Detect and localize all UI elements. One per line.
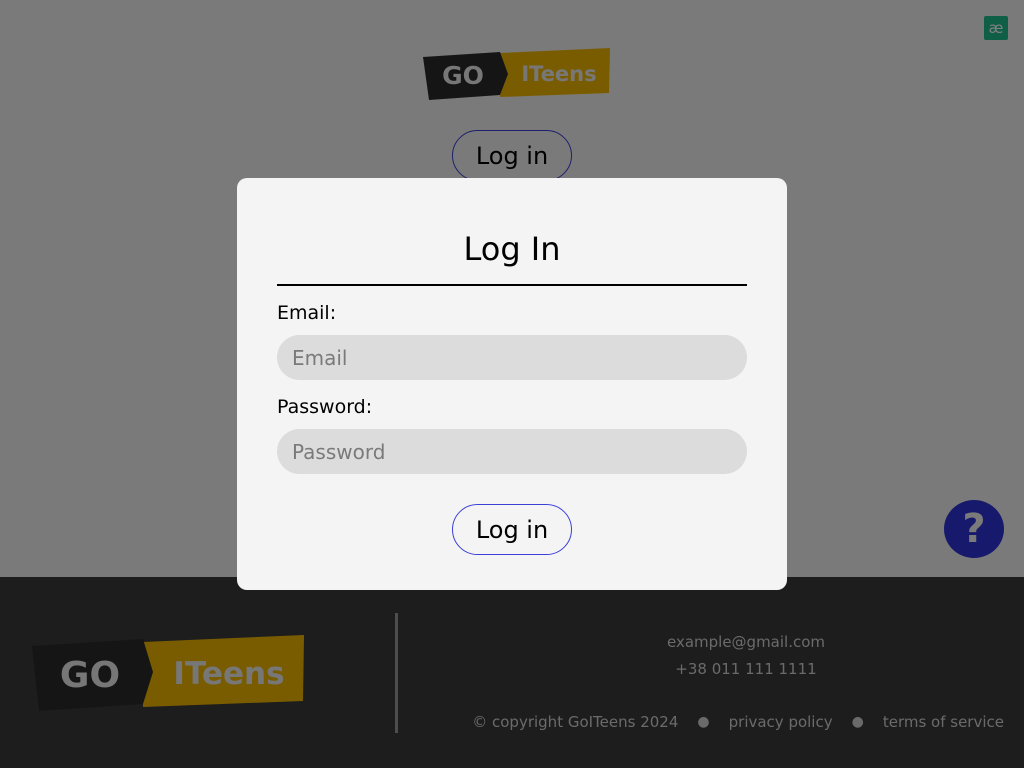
title-divider — [277, 284, 747, 286]
password-field[interactable] — [277, 429, 747, 474]
login-modal: Log In Email: Password: Log in — [237, 178, 787, 590]
login-submit-button[interactable]: Log in — [452, 504, 572, 555]
email-field[interactable] — [277, 335, 747, 380]
modal-title: Log In — [463, 230, 561, 268]
page: GO ITeens Log in æ ? GO ITeens example@g… — [0, 0, 1024, 768]
email-label: Email: — [277, 302, 337, 324]
password-label: Password: — [277, 396, 373, 418]
